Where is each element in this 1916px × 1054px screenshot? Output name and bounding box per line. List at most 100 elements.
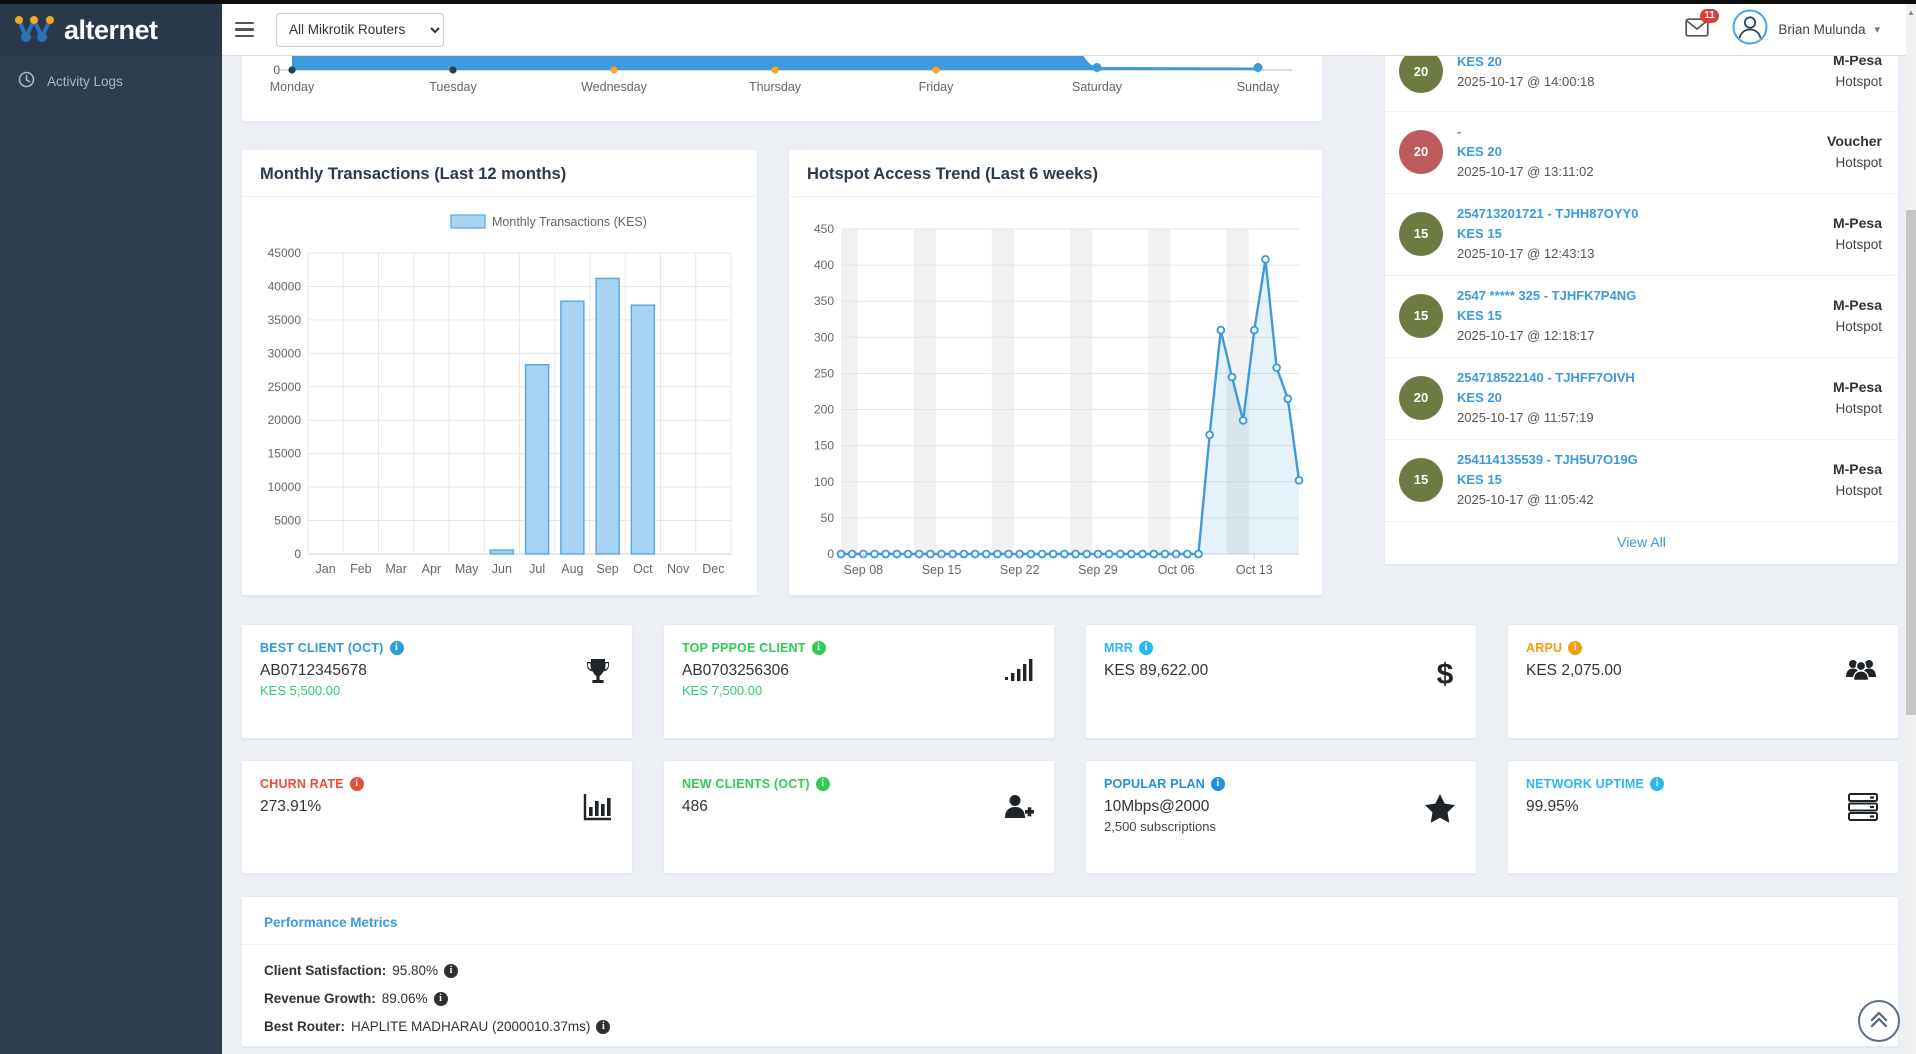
payment-method: M-Pesa — [1833, 212, 1882, 234]
sidebar-toggle-button[interactable] — [222, 4, 266, 56]
view-all-link[interactable]: View All — [1385, 522, 1898, 564]
stat-card-label: MRR — [1104, 641, 1458, 655]
transaction-id-link[interactable]: 254114135539 - TJH5U7O19G — [1457, 450, 1833, 470]
svg-text:450: 450 — [814, 222, 834, 236]
info-icon[interactable] — [1568, 641, 1582, 655]
bar-chart-icon — [582, 793, 612, 826]
router-filter-select[interactable]: All Mikrotik Routers — [276, 13, 444, 47]
svg-text:Sunday: Sunday — [1237, 80, 1280, 94]
stat-card-label: ARPU — [1526, 641, 1880, 655]
window-top-strip — [0, 0, 1916, 4]
transaction-id-link[interactable]: - — [1457, 122, 1827, 142]
svg-text:Nov: Nov — [667, 562, 690, 576]
transaction-amount-link[interactable]: KES 20 — [1457, 142, 1827, 162]
user-plus-icon — [1002, 793, 1034, 826]
avatar — [1731, 8, 1769, 51]
stat-cards-row-2: CHURN RATE273.91%NEW CLIENTS (OCT)486POP… — [241, 760, 1899, 874]
service-channel: Hotspot — [1833, 398, 1882, 420]
transaction-meta: M-PesaHotspot — [1833, 376, 1882, 420]
messages-button[interactable]: 11 — [1685, 18, 1709, 42]
stat-card-label: TOP PPPOE CLIENT — [682, 641, 1036, 655]
chevron-down-icon: ▾ — [1874, 23, 1880, 36]
transaction-row: 15254713201721 - TJHH87OYY0KES 152025-10… — [1385, 194, 1898, 276]
envelope-icon — [1685, 24, 1709, 41]
transaction-datetime: 2025-10-17 @ 12:18:17 — [1457, 326, 1833, 345]
performance-metric-value: 95.80% — [392, 957, 438, 985]
svg-text:40000: 40000 — [268, 279, 302, 293]
transaction-amount-link[interactable]: KES 15 — [1457, 470, 1833, 490]
service-channel: Hotspot — [1833, 316, 1882, 338]
payment-method: M-Pesa — [1833, 56, 1882, 71]
transaction-amount-link[interactable]: KES 20 — [1457, 56, 1833, 72]
svg-text:Dec: Dec — [702, 562, 724, 576]
star-icon — [1424, 793, 1456, 828]
svg-text:Jul: Jul — [529, 562, 545, 576]
stat-card: TOP PPPOE CLIENTAB0703256306KES 7,500.00 — [663, 624, 1055, 739]
clock-icon — [18, 71, 35, 91]
signal-bars-icon — [1004, 657, 1034, 686]
stat-card-value: KES 2,075.00 — [1526, 662, 1880, 680]
transaction-datetime: 2025-10-17 @ 14:00:18 — [1457, 72, 1833, 91]
info-icon[interactable] — [444, 964, 458, 978]
performance-metrics-title: Performance Metrics — [242, 897, 1898, 945]
weekly-collections-chart: 0MondayTuesdayWednesdayThursdayFridaySat… — [242, 56, 1322, 121]
svg-text:Sep: Sep — [597, 562, 619, 576]
transaction-amount-badge: 20 — [1399, 130, 1443, 174]
info-icon[interactable] — [816, 777, 830, 791]
transaction-amount-badge: 20 — [1399, 376, 1443, 420]
sidebar-item-activity-logs[interactable]: Activity Logs — [0, 56, 222, 106]
transaction-amount-badge: 15 — [1399, 294, 1443, 338]
info-icon[interactable] — [350, 777, 364, 791]
stat-card-green: KES 7,500.00 — [682, 683, 1036, 698]
transaction-amount-link[interactable]: KES 15 — [1457, 306, 1833, 326]
monthly-transactions-title: Monthly Transactions (Last 12 months) — [242, 150, 757, 197]
hotspot-trend-title: Hotspot Access Trend (Last 6 weeks) — [789, 150, 1322, 197]
stat-card-label-text: TOP PPPOE CLIENT — [682, 641, 806, 655]
brand-logo[interactable]: alternet — [0, 4, 222, 56]
svg-text:Feb: Feb — [350, 562, 372, 576]
scroll-to-top-button[interactable] — [1858, 1000, 1900, 1042]
info-icon[interactable] — [434, 992, 448, 1006]
info-icon[interactable] — [1650, 777, 1664, 791]
users-icon — [1844, 657, 1878, 688]
svg-text:Mar: Mar — [385, 562, 407, 576]
transaction-row: 15254114135539 - TJH5U7O19GKES 152025-10… — [1385, 440, 1898, 522]
stat-card: NEW CLIENTS (OCT)486 — [663, 760, 1055, 874]
performance-metric: Revenue Growth:89.06% — [264, 985, 1876, 1013]
stat-card-label-text: NETWORK UPTIME — [1526, 777, 1644, 791]
weekly-collections-chart-card: 0MondayTuesdayWednesdayThursdayFridaySat… — [241, 56, 1323, 122]
svg-text:45000: 45000 — [268, 246, 302, 260]
transaction-amount-badge: 20 — [1399, 56, 1443, 93]
stat-card-label: CHURN RATE — [260, 777, 614, 791]
scrollbar-thumb[interactable] — [1906, 210, 1916, 715]
info-icon[interactable] — [596, 1020, 610, 1034]
stat-card: ARPU KES 2,075.00 — [1507, 624, 1899, 739]
info-icon[interactable] — [1139, 641, 1153, 655]
service-channel: Hotspot — [1833, 480, 1882, 502]
info-icon[interactable] — [812, 641, 826, 655]
svg-text:150: 150 — [814, 439, 834, 453]
server-icon — [1848, 793, 1878, 826]
svg-text:Oct 06: Oct 06 — [1158, 563, 1195, 577]
svg-text:0: 0 — [827, 547, 834, 561]
transaction-id-link[interactable]: 2547 ***** 325 - TJHFK7P4NG — [1457, 286, 1833, 306]
transaction-row: 20254718522140 - TJHFF7OIVHKES 202025-10… — [1385, 358, 1898, 440]
transaction-details: 254713201721 - TJHH87OYY0KES 152025-10-1… — [1457, 204, 1833, 263]
svg-text:10000: 10000 — [268, 480, 302, 494]
info-icon[interactable] — [390, 641, 404, 655]
scrollbar-up-arrow[interactable]: ▲ — [1907, 9, 1915, 17]
svg-text:Thursday: Thursday — [749, 80, 802, 94]
transaction-id-link[interactable]: 254713201721 - TJHH87OYY0 — [1457, 204, 1833, 224]
transaction-amount-link[interactable]: KES 20 — [1457, 388, 1833, 408]
svg-text:Oct: Oct — [633, 562, 653, 576]
stat-card-value: AB0712345678 — [260, 662, 614, 680]
transaction-id-link[interactable]: 254718522140 - TJHFF7OIVH — [1457, 368, 1833, 388]
svg-text:Sep 15: Sep 15 — [922, 563, 962, 577]
transaction-amount-link[interactable]: KES 15 — [1457, 224, 1833, 244]
stat-card-value: KES 89,622.00 — [1104, 662, 1458, 680]
svg-text:25000: 25000 — [268, 380, 302, 394]
info-icon[interactable] — [1211, 777, 1225, 791]
user-menu[interactable]: Brian Mulunda ▾ — [1731, 8, 1880, 51]
svg-text:100: 100 — [814, 475, 834, 489]
transaction-amount-badge: 15 — [1399, 458, 1443, 502]
